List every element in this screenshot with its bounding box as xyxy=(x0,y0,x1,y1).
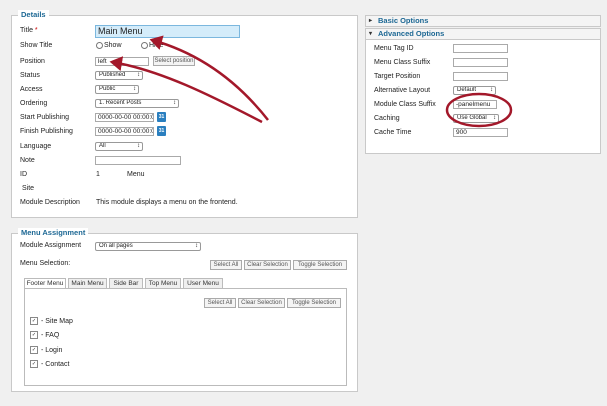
caching-label: Caching xyxy=(374,115,400,122)
menu-assignment-legend: Menu Assignment xyxy=(18,228,89,237)
show-option-label: Show xyxy=(104,42,122,49)
id-label: ID xyxy=(20,171,27,178)
cache-time-input[interactable]: 900 xyxy=(453,128,508,137)
target-position-input[interactable] xyxy=(453,72,508,81)
title-input[interactable]: Main Menu xyxy=(95,25,240,38)
id-value: 1 xyxy=(96,171,100,178)
menu-class-suffix-label: Menu Class Suffix xyxy=(374,59,431,66)
list-item-label: - Contact xyxy=(41,360,70,368)
target-position-label: Target Position xyxy=(374,73,421,80)
status-select[interactable]: Published xyxy=(95,71,143,80)
list-item[interactable]: ✓ - Contact xyxy=(30,360,69,368)
select-position-button[interactable]: Select position xyxy=(153,56,195,66)
title-label-text: Title xyxy=(20,27,33,34)
checkbox-icon[interactable]: ✓ xyxy=(30,360,38,368)
menu-tag-id-input[interactable] xyxy=(453,44,508,53)
menu-class-suffix-input[interactable] xyxy=(453,58,508,67)
tab-clear-selection-button[interactable]: Clear Selection xyxy=(238,298,285,308)
select-all-button[interactable]: Select All xyxy=(210,260,242,270)
menu-selection-label: Menu Selection: xyxy=(20,260,71,267)
required-marker: * xyxy=(34,27,38,34)
position-label: Position xyxy=(20,58,45,65)
finish-publishing-input[interactable]: 0000-00-00 00:00:00 xyxy=(95,127,154,136)
clear-selection-button[interactable]: Clear Selection xyxy=(244,260,291,270)
ordering-select[interactable]: 1. Recent Posts xyxy=(95,99,179,108)
checkbox-icon[interactable]: ✓ xyxy=(30,317,38,325)
list-item[interactable]: ✓ - FAQ xyxy=(30,331,59,339)
checkbox-icon[interactable]: ✓ xyxy=(30,346,38,354)
position-input[interactable]: left xyxy=(95,57,149,66)
language-select[interactable]: All xyxy=(95,142,143,151)
calendar-icon[interactable]: 31 xyxy=(157,112,166,122)
module-assignment-label: Module Assignment xyxy=(20,242,82,249)
menu-type-value: Menu xyxy=(127,171,145,178)
start-publishing-input[interactable]: 0000-00-00 00:00:00 xyxy=(95,113,154,122)
start-publishing-label: Start Publishing xyxy=(20,114,70,121)
triangle-down-icon: ▾ xyxy=(369,31,373,37)
tab-toggle-selection-button[interactable]: Toggle Selection xyxy=(287,298,341,308)
hide-option-label: Hide xyxy=(149,42,164,49)
basic-options-title: Basic Options xyxy=(378,16,429,25)
access-label: Access xyxy=(20,86,43,93)
caching-select[interactable]: Use Global xyxy=(453,114,499,123)
checkbox-icon[interactable]: ✓ xyxy=(30,331,38,339)
list-item-label: - Site Map xyxy=(41,317,73,325)
module-assignment-select[interactable]: On all pages xyxy=(95,242,201,251)
list-item-label: - Login xyxy=(41,346,63,354)
triangle-right-icon: ▸ xyxy=(369,18,373,24)
toggle-selection-button[interactable]: Toggle Selection xyxy=(293,260,347,270)
show-title-label: Show Title xyxy=(20,42,53,49)
note-input[interactable] xyxy=(95,156,181,165)
cache-time-label: Cache Time xyxy=(374,129,412,136)
advanced-options-header[interactable]: ▾ Advanced Options xyxy=(365,28,601,40)
basic-options-header[interactable]: ▸ Basic Options xyxy=(365,15,601,27)
advanced-options-title: Advanced Options xyxy=(378,29,445,38)
module-class-suffix-label: Module Class Suffix xyxy=(374,101,436,108)
access-select[interactable]: Public xyxy=(95,85,139,94)
language-label: Language xyxy=(20,143,52,150)
list-item-label: - FAQ xyxy=(41,331,60,339)
status-label: Status xyxy=(20,72,40,79)
details-legend: Details xyxy=(18,10,49,19)
show-radio[interactable] xyxy=(96,42,103,49)
list-item[interactable]: ✓ - Site Map xyxy=(30,317,73,325)
alternative-layout-label: Alternative Layout xyxy=(374,87,431,94)
calendar-icon[interactable]: 31 xyxy=(157,126,166,136)
finish-publishing-label: Finish Publishing xyxy=(20,128,73,135)
tab-select-all-button[interactable]: Select All xyxy=(204,298,236,308)
module-class-suffix-input[interactable]: -panelmenu xyxy=(453,100,497,109)
hide-radio[interactable] xyxy=(141,42,148,49)
ordering-label: Ordering xyxy=(20,100,48,107)
module-description-value: This module displays a menu on the front… xyxy=(96,199,238,206)
note-label: Note xyxy=(20,157,35,164)
alternative-layout-select[interactable]: Default xyxy=(453,86,496,95)
site-label: Site xyxy=(22,185,35,192)
module-description-label: Module Description xyxy=(20,199,80,206)
list-item[interactable]: ✓ - Login xyxy=(30,346,62,354)
title-label: Title * xyxy=(20,27,38,34)
menu-tag-id-label: Menu Tag ID xyxy=(374,45,414,52)
